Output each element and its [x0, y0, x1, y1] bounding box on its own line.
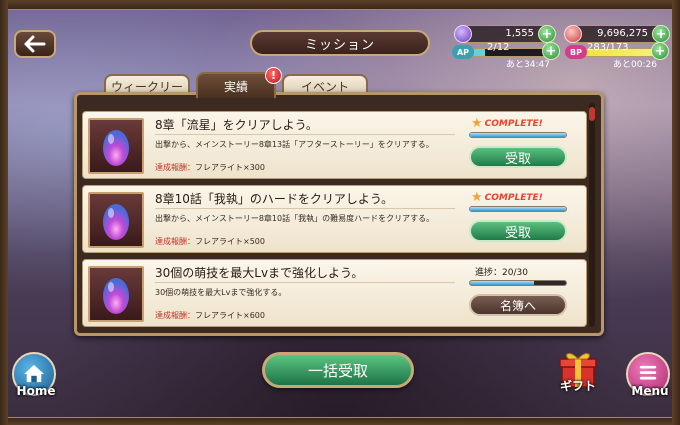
mission-title: 8章「流星」をクリアしよう。 — [155, 118, 318, 132]
add-money-button[interactable]: + — [652, 25, 670, 43]
menu-label: Menu — [631, 384, 669, 398]
frame-top-border — [0, 0, 680, 10]
roster-button[interactable]: 名簿へ — [469, 294, 567, 316]
tab-achievements[interactable]: 実績 — [196, 72, 276, 98]
bulk-receive-button[interactable]: 一括受取 — [262, 352, 414, 388]
flare-light-egg-icon — [103, 204, 129, 240]
add-ap-button[interactable]: + — [542, 42, 560, 60]
frame-left-border — [0, 0, 8, 425]
back-button[interactable] — [14, 30, 56, 58]
mission-title: 30個の萌技を最大Lvまで強化しよう。 — [155, 266, 364, 280]
star-icon: ★ — [471, 116, 483, 131]
crystal-value: 1,555 — [505, 28, 534, 39]
mission-reward: 達成報酬：フレアライト×500 — [155, 236, 265, 247]
reward-value: フレアライト×500 — [195, 237, 265, 246]
reward-label: 達成報酬： — [155, 311, 195, 320]
mission-list[interactable]: 8章「流星」をクリアしよう。 出撃から、メインストーリー8章13話「アフタースト… — [82, 101, 587, 329]
mission-progress-bar — [469, 132, 567, 138]
mission-reward: 達成報酬：フレアライト×600 — [155, 310, 265, 321]
reward-value: フレアライト×600 — [195, 311, 265, 320]
bp-value: 283/173 — [587, 42, 629, 53]
bp-timer: あと00:26 — [613, 60, 657, 70]
crystal-counter: 1,555 + — [454, 25, 556, 43]
star-icon: ★ — [471, 190, 483, 205]
progress-fill — [470, 207, 566, 211]
mission-item: 8章10話「我執」のハードをクリアしよう。 出撃から、メインストーリー8章10話… — [82, 185, 587, 253]
title-divider — [155, 134, 455, 135]
reward-value: フレアライト×300 — [195, 163, 265, 172]
ap-value: 2/12 — [487, 42, 510, 53]
flare-light-egg-icon — [103, 278, 129, 314]
flare-light-egg-icon — [103, 130, 129, 166]
home-button[interactable]: Home — [12, 352, 56, 398]
money-value: 9,696,275 — [597, 28, 648, 39]
mission-item: 30個の萌技を最大Lvまで強化しよう。 30個の萌技を最大Lvまで強化する。 達… — [82, 259, 587, 327]
gift-button[interactable]: ギフト — [555, 345, 601, 393]
frame-bottom-border — [0, 417, 680, 425]
ap-gauge: AP 2/12 あと34:47 + — [452, 42, 560, 70]
reward-thumbnail — [88, 192, 144, 248]
ap-timer: あと34:47 — [506, 60, 550, 70]
menu-button[interactable]: Menu — [626, 352, 670, 398]
complete-label: COMPLETE! — [484, 118, 543, 129]
frame-right-border — [672, 0, 680, 425]
mission-description: 出撃から、メインストーリー8章10話「我執」の難易度ハードをクリアする。 — [155, 214, 435, 223]
receive-button[interactable]: 受取 — [469, 146, 567, 168]
complete-label: COMPLETE! — [484, 192, 543, 203]
title-divider — [155, 208, 455, 209]
title-divider — [155, 282, 455, 283]
bp-gauge: BP 283/173 あと00:26 + — [565, 42, 669, 70]
crystal-icon — [454, 25, 472, 43]
ap-label: AP — [452, 45, 474, 59]
progress-fill — [470, 133, 566, 137]
gift-label: ギフト — [559, 379, 596, 393]
mission-reward: 達成報酬：フレアライト×300 — [155, 162, 265, 173]
receive-button[interactable]: 受取 — [469, 220, 567, 242]
complete-status: ★ COMPLETE! — [471, 191, 571, 204]
reward-thumbnail — [88, 118, 144, 174]
mission-progress-bar — [469, 206, 567, 212]
page-title: ミッション — [250, 30, 430, 56]
mission-description: 出撃から、メインストーリー8章13話「アフターストーリー」をクリアする。 — [155, 140, 434, 149]
bp-label: BP — [565, 45, 587, 59]
scrollbar[interactable] — [589, 103, 595, 327]
progress-label: 進捗：20/30 — [475, 268, 528, 278]
reward-thumbnail — [88, 266, 144, 322]
reward-label: 達成報酬： — [155, 163, 195, 172]
mission-description: 30個の萌技を最大Lvまで強化する。 — [155, 288, 287, 297]
mission-item: 8章「流星」をクリアしよう。 出撃から、メインストーリー8章13話「アフタースト… — [82, 111, 587, 179]
back-arrow-icon — [24, 35, 46, 53]
notification-badge-icon: ! — [265, 67, 282, 84]
add-bp-button[interactable]: + — [651, 42, 669, 60]
scrollbar-thumb[interactable] — [589, 107, 595, 121]
mission-title: 8章10話「我執」のハードをクリアしよう。 — [155, 192, 394, 206]
coin-icon — [564, 25, 582, 43]
add-crystal-button[interactable]: + — [538, 25, 556, 43]
ap-bar — [470, 48, 552, 57]
progress-fill — [470, 281, 535, 285]
complete-status: ★ COMPLETE! — [471, 117, 571, 130]
reward-label: 達成報酬： — [155, 237, 195, 246]
home-label: Home — [16, 384, 56, 398]
money-counter: 9,696,275 + — [564, 25, 670, 43]
mission-progress-bar — [469, 280, 567, 286]
mission-panel: 8章「流星」をクリアしよう。 出撃から、メインストーリー8章13話「アフタースト… — [74, 92, 604, 336]
